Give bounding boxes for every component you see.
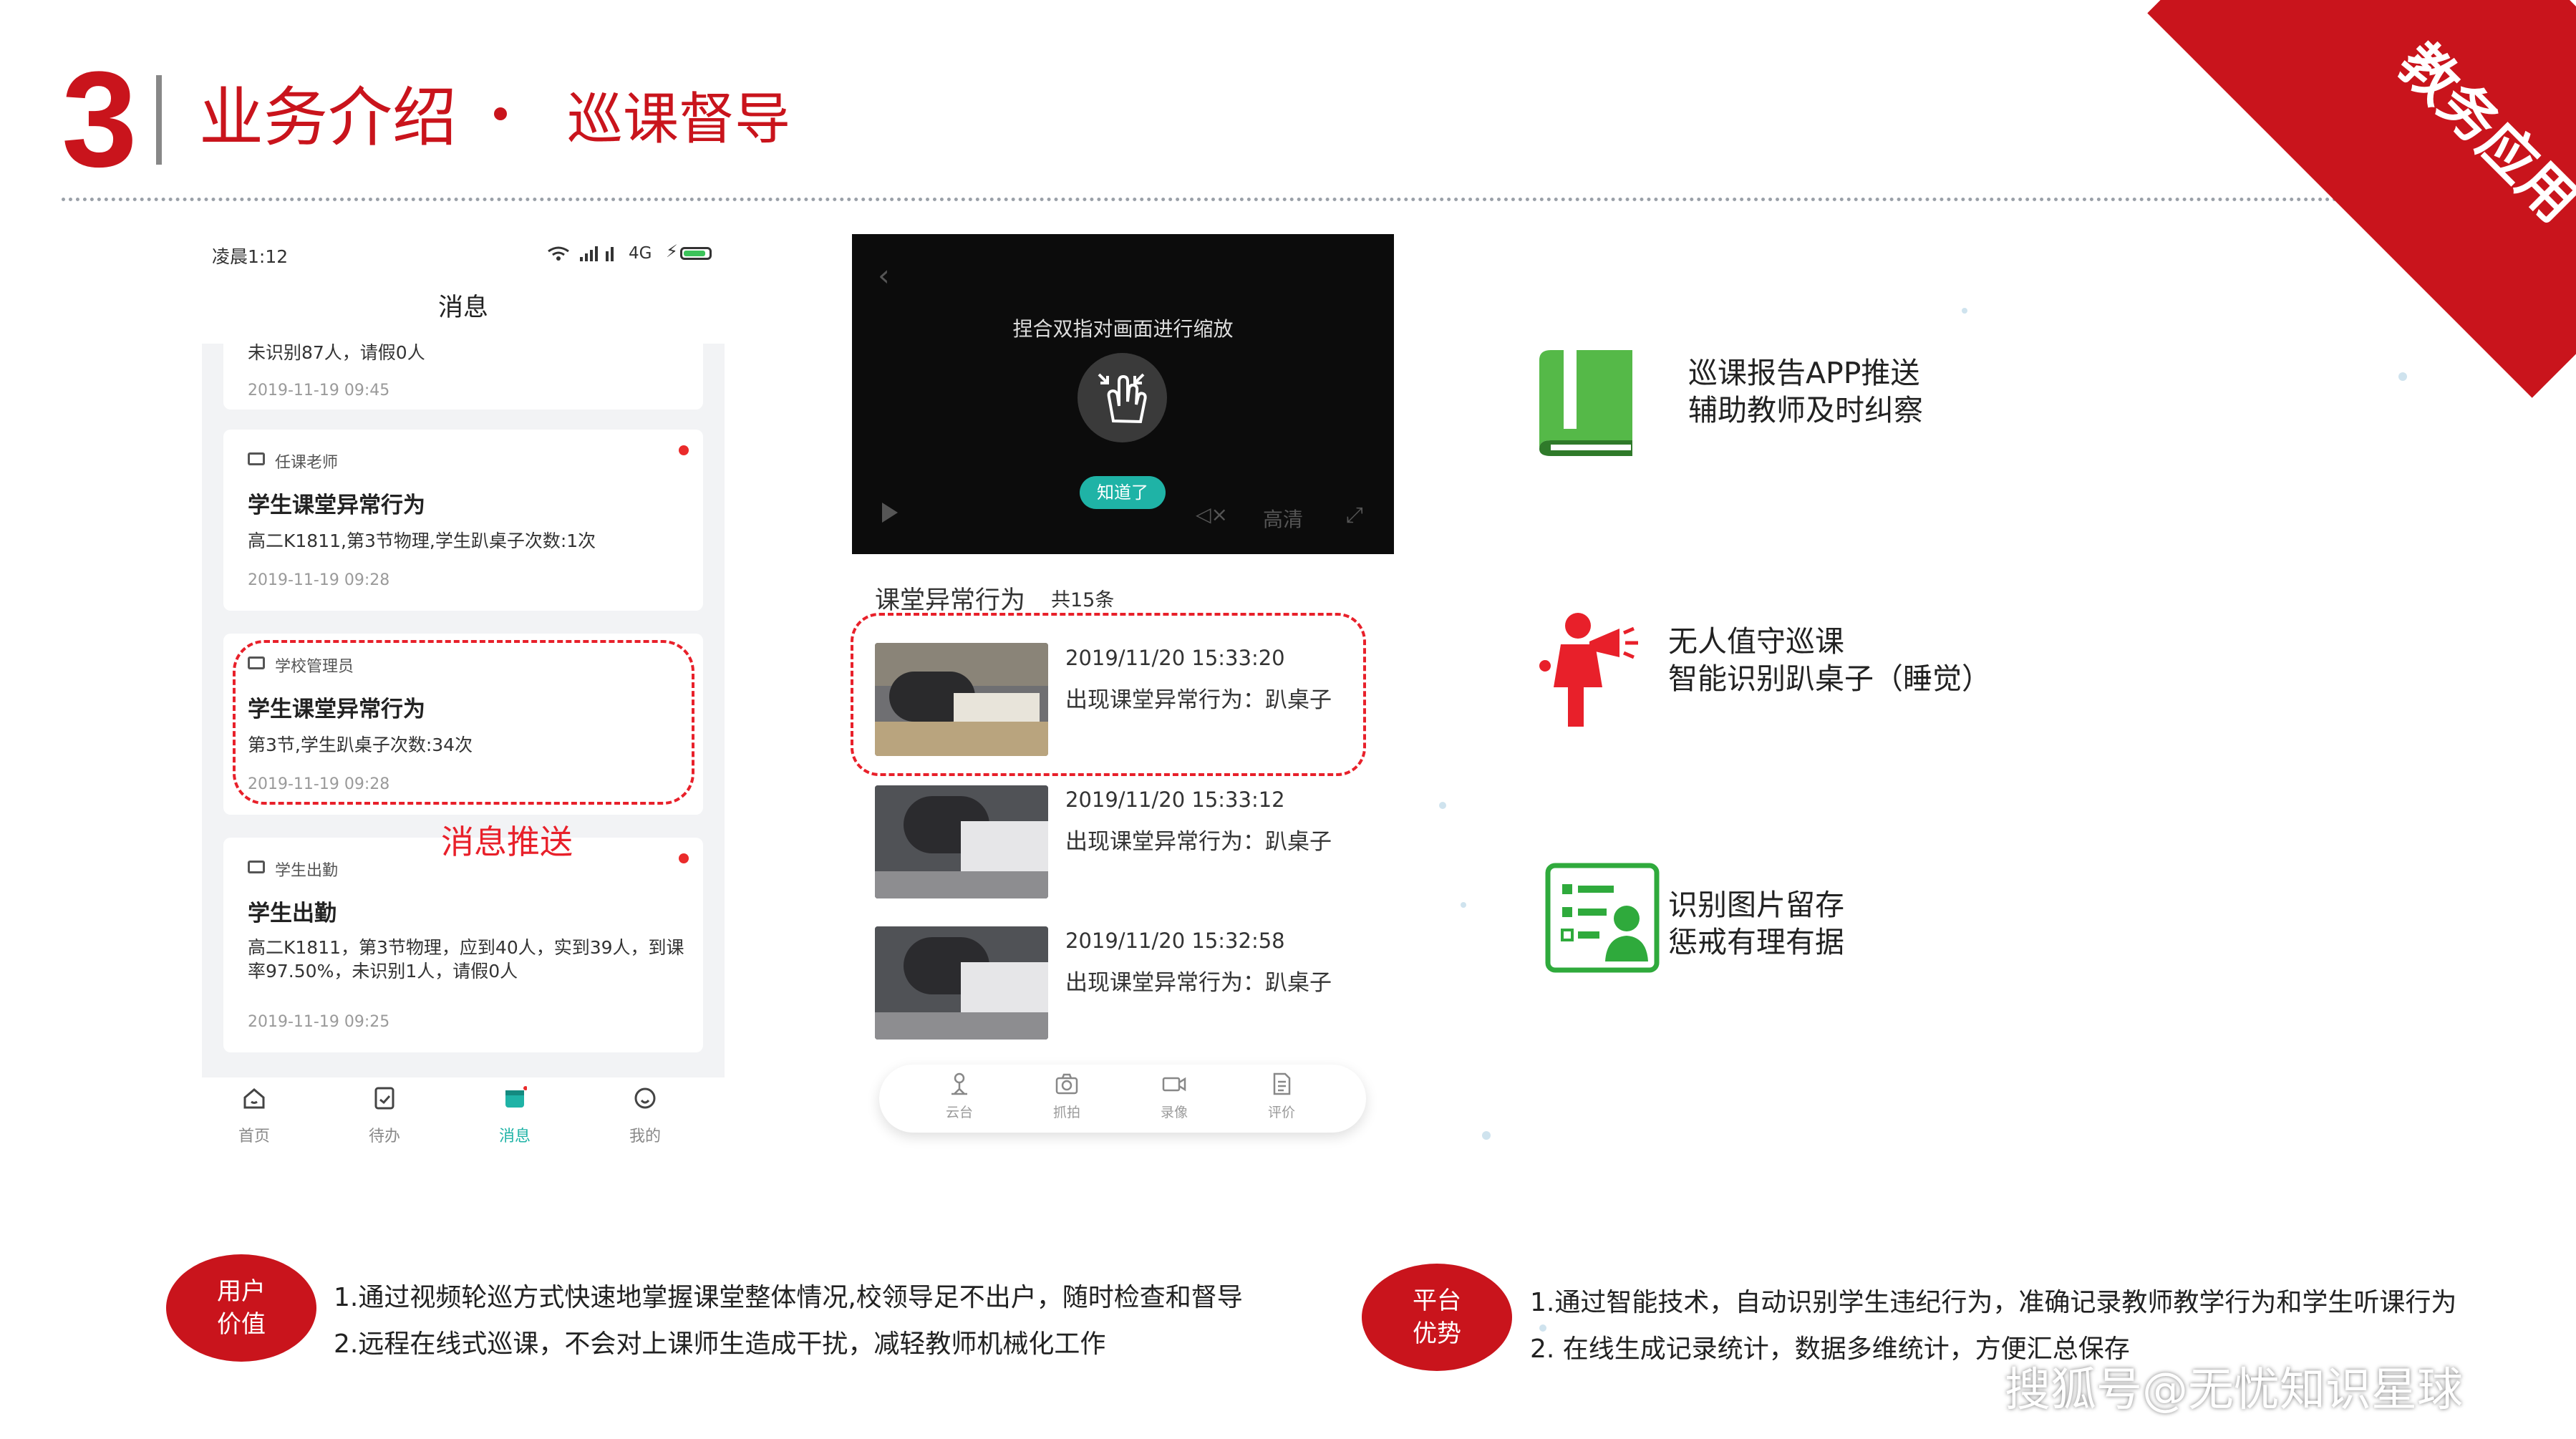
title-divider: [156, 75, 162, 165]
platform-advantage-badge: 平台 优势: [1362, 1264, 1512, 1371]
message-icon: [248, 452, 265, 465]
message-card[interactable]: 任课老师 学生课堂异常行为 高二K1811,第3节物理,学生趴桌子次数:1次 2…: [223, 430, 703, 611]
tab-label: 待办: [368, 1128, 400, 1145]
card-body: 未识别87人，请假0人: [248, 342, 425, 363]
platform-advantage-line: 1.通过智能技术，自动识别学生违纪行为，准确记录教师教学行为和学生听课行为: [1530, 1288, 2457, 1317]
decor-speck: [1482, 1131, 1491, 1140]
zoom-hint: 捏合双指对画面进行缩放: [1012, 317, 1234, 341]
network-type: 4G: [629, 244, 652, 263]
tool-ptz[interactable]: 云台: [927, 1072, 992, 1121]
play-icon[interactable]: [882, 503, 898, 523]
feature-3-text: 识别图片留存 惩戒有理有据: [1668, 886, 1844, 961]
row-time: 2019/11/20 15:33:12: [1065, 788, 1285, 812]
card-date: 2019-11-19 09:45: [248, 382, 390, 399]
snapshot-thumbnail[interactable]: [875, 785, 1048, 898]
megaphone-person-icon: [1539, 609, 1647, 730]
card-tag: 学生出勤: [275, 862, 339, 880]
card-title: 学生课堂异常行为: [248, 493, 425, 518]
tab-label: 我的: [629, 1128, 661, 1145]
badge-line: 价值: [217, 1309, 266, 1339]
feature-line: 无人值守巡课: [1668, 624, 1844, 659]
section-number: 3: [62, 44, 137, 195]
ptz-icon: [952, 1072, 967, 1095]
tool-label: 评价: [1267, 1105, 1295, 1120]
badge-line: 平台: [1413, 1287, 1461, 1315]
watermark: 搜狐号@无忧知识星球: [2005, 1364, 2463, 1417]
row-text: 出现课堂异常行为：趴桌子: [1065, 970, 1332, 996]
card-tag: 任课老师: [275, 454, 339, 472]
unread-dot: [679, 853, 689, 863]
card-title: 学生出勤: [248, 901, 336, 926]
feature-line: 智能识别趴桌子（睡觉）: [1668, 662, 1991, 697]
feature-line: 惩戒有理有据: [1668, 925, 1844, 960]
badge-line: 用户: [217, 1277, 266, 1306]
page-title: 业务介绍: [199, 80, 457, 155]
message-box-icon: [505, 1086, 527, 1108]
unread-dot: [679, 445, 689, 455]
tab-mine[interactable]: 我的: [613, 1086, 677, 1146]
feature-line: 识别图片留存: [1668, 888, 1844, 922]
push-label: 消息推送: [441, 823, 573, 861]
fullscreen-icon[interactable]: ⤢: [1346, 503, 1363, 528]
tab-todo[interactable]: 待办: [352, 1086, 417, 1146]
pinch-gesture-icon: [1078, 353, 1167, 442]
tool-record[interactable]: 录像: [1142, 1072, 1206, 1121]
decor-speck: [1439, 802, 1446, 809]
feature-line: 辅助教师及时纠察: [1688, 393, 1923, 428]
card-body: 高二K1811，第3节物理，应到40人，实到39人，到课率97.50%，未识别1…: [248, 937, 684, 982]
decor-speck: [1461, 902, 1466, 908]
status-time: 凌晨1:12: [212, 246, 289, 267]
user-value-line: 1.通过视频轮巡方式快速地掌握课堂整体情况,校领导足不出户，随时检查和督导: [334, 1283, 1243, 1312]
charging-icon: ⚡: [666, 241, 678, 261]
row-text: 出现课堂异常行为：趴桌子: [1065, 829, 1332, 855]
highlight-ring: [851, 613, 1366, 776]
card-date: 2019-11-19 09:25: [248, 1013, 390, 1031]
card-date: 2019-11-19 09:28: [248, 571, 390, 589]
tab-messages[interactable]: 消息: [483, 1086, 547, 1146]
tool-label: 录像: [1160, 1105, 1188, 1120]
got-it-button[interactable]: 知道了: [1080, 476, 1166, 509]
row-time: 2019/11/20 15:32:58: [1065, 929, 1285, 953]
feature-2-text: 无人值守巡课 智能识别趴桌子（睡觉）: [1668, 623, 1991, 698]
camera-icon: [1055, 1073, 1078, 1095]
tab-home[interactable]: 首页: [222, 1086, 286, 1146]
profile-icon: [634, 1087, 656, 1109]
battery-icon: [680, 247, 712, 260]
id-card-icon: [1545, 863, 1660, 974]
feature-line: 巡课报告APP推送: [1688, 356, 1920, 390]
list-count: 共15条: [1051, 589, 1115, 611]
card-body: 高二K1811,第3节物理,学生趴桌子次数:1次: [248, 530, 596, 551]
tool-label: 抓拍: [1052, 1105, 1080, 1120]
title-separator-dot: [494, 107, 507, 120]
feature-1-text: 巡课报告APP推送 辅助教师及时纠察: [1688, 354, 1923, 430]
document-icon: [1273, 1072, 1291, 1095]
message-card[interactable]: 未识别87人，请假0人 2019-11-19 09:45: [223, 334, 703, 410]
snapshot-thumbnail[interactable]: [875, 926, 1048, 1040]
badge-line: 优势: [1413, 1319, 1461, 1348]
decor-speck: [1962, 308, 1967, 314]
tab-label: 首页: [238, 1128, 270, 1145]
todo-icon: [374, 1087, 394, 1110]
screen-title: 消息: [437, 294, 488, 322]
user-value-badge: 用户 价值: [166, 1254, 316, 1362]
tool-evaluate[interactable]: 评价: [1249, 1072, 1314, 1121]
list-title: 课堂异常行为: [875, 586, 1026, 615]
quality-button[interactable]: 高清: [1263, 504, 1303, 533]
video-camera-icon: [1162, 1077, 1186, 1092]
page-subtitle: 巡课督导: [567, 87, 791, 152]
message-icon: [248, 861, 265, 873]
mute-icon[interactable]: ◁×: [1196, 503, 1228, 526]
header-dotted-rule: [62, 198, 2453, 201]
tab-label: 消息: [498, 1128, 531, 1145]
book-icon: [1532, 347, 1640, 458]
message-card[interactable]: 学生出勤 学生出勤 高二K1811，第3节物理，应到40人，实到39人，到课率9…: [223, 838, 703, 1052]
tool-label: 云台: [945, 1105, 973, 1120]
highlight-ring: [233, 640, 694, 805]
home-icon: [243, 1088, 265, 1109]
decor-speck: [2398, 372, 2407, 381]
back-icon[interactable]: ‹: [878, 258, 890, 293]
user-value-line: 2.远程在线式巡课，不会对上课师生造成干扰，减轻教师机械化工作: [334, 1329, 1106, 1359]
tool-snapshot[interactable]: 抓拍: [1035, 1072, 1099, 1121]
